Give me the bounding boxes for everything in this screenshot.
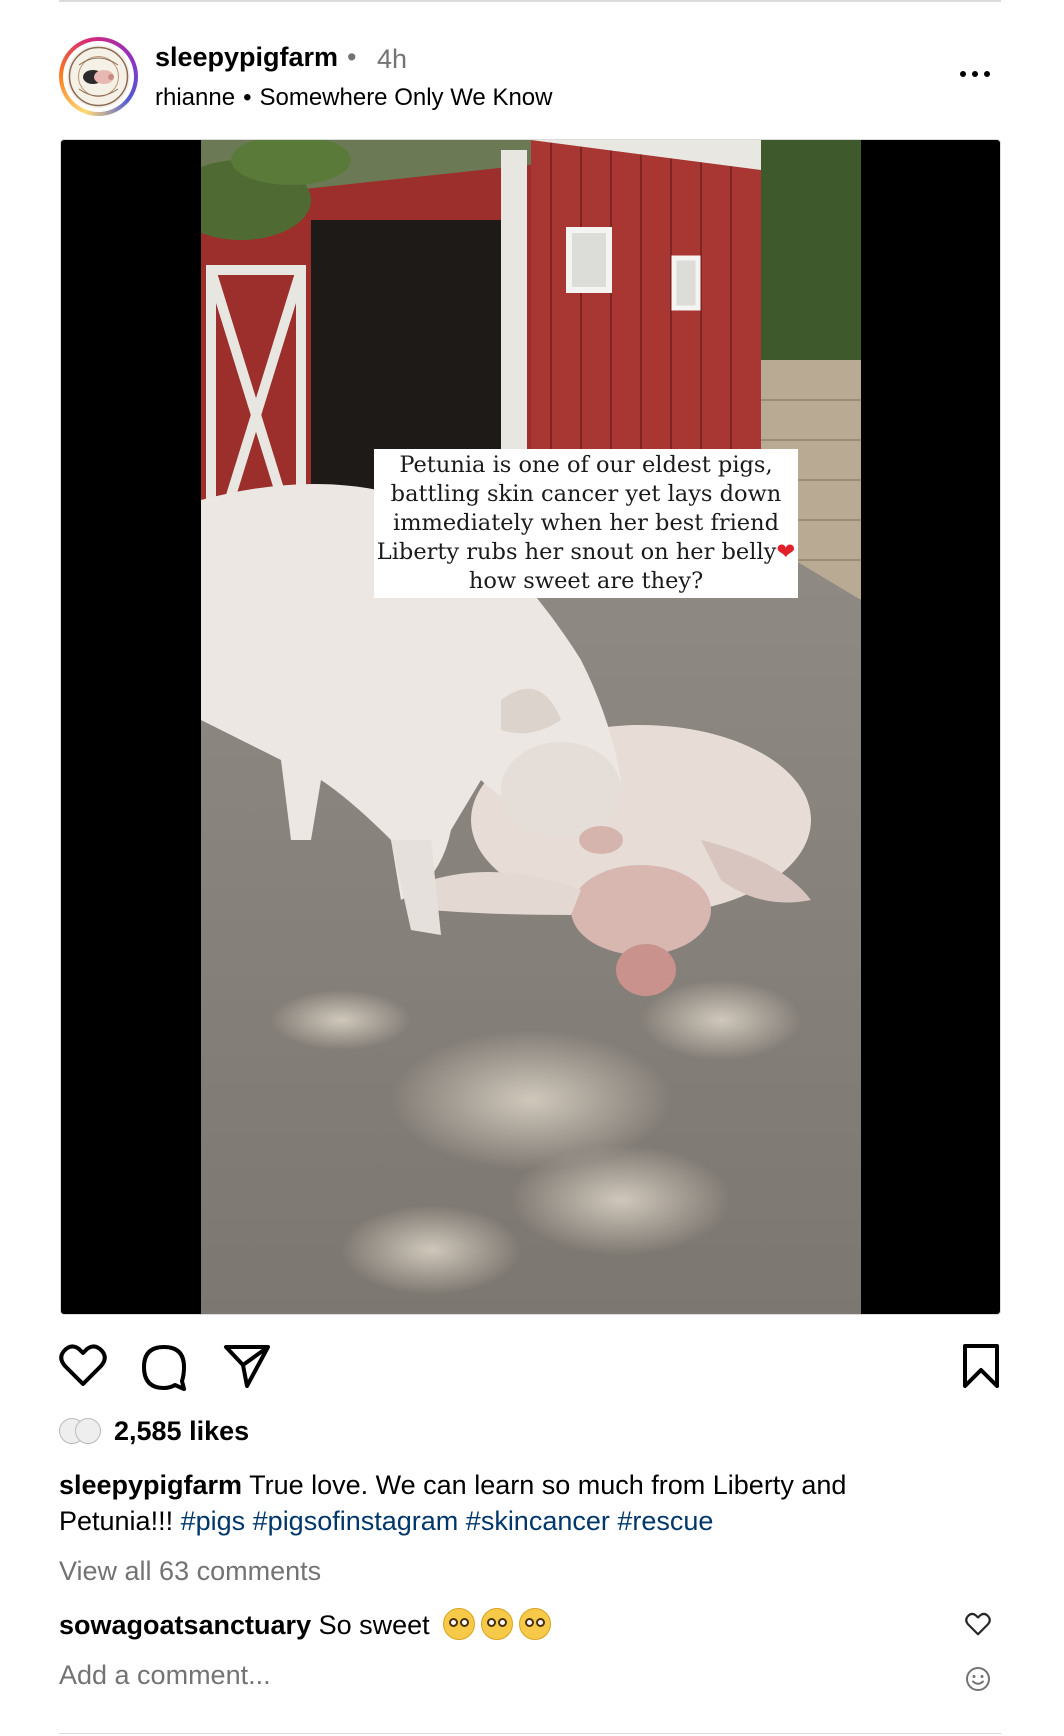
bottom-divider xyxy=(59,1733,1001,1734)
pleading-face-emoji xyxy=(443,1608,476,1640)
video-frame xyxy=(201,140,861,1314)
video-still-image xyxy=(201,140,861,1314)
overlay-line: Petunia is one of our eldest pigs, xyxy=(399,452,773,478)
save-button[interactable] xyxy=(961,1343,1001,1394)
comment-item: sowagoatsanctuary So sweet xyxy=(59,1608,552,1641)
comment-text: So sweet xyxy=(318,1610,430,1640)
small-heart-icon xyxy=(965,1612,991,1636)
like-button[interactable] xyxy=(59,1343,107,1392)
caption-username[interactable]: sleepypigfarm xyxy=(59,1470,242,1500)
likes-count[interactable]: 2,585 likes xyxy=(114,1416,249,1447)
audio-attribution[interactable]: rhianne • Somewhere Only We Know xyxy=(155,84,552,112)
more-options-icon xyxy=(960,71,966,77)
post-author-username[interactable]: sleepypigfarm xyxy=(155,42,338,73)
audio-artist[interactable]: rhianne xyxy=(155,84,235,111)
audio-separator: • xyxy=(243,84,252,111)
more-options-button[interactable] xyxy=(953,60,997,88)
bookmark-icon xyxy=(963,1344,999,1388)
hashtag-link[interactable]: #skincancer xyxy=(466,1506,610,1536)
profile-avatar xyxy=(67,45,130,108)
overlay-line: battling skin cancer yet lays down xyxy=(390,481,782,507)
overlay-line: immediately when her best friend xyxy=(393,510,779,536)
paper-plane-icon xyxy=(224,1345,270,1388)
comment-bubble-icon xyxy=(142,1345,186,1391)
overlay-line: how sweet are they? xyxy=(468,568,704,594)
heart-icon xyxy=(59,1344,107,1386)
comment-button[interactable] xyxy=(140,1343,188,1396)
sanctuary-logo-icon xyxy=(68,46,129,107)
comment-username[interactable]: sowagoatsanctuary xyxy=(59,1610,311,1640)
share-button[interactable] xyxy=(223,1343,271,1394)
video-text-overlay: Petunia is one of our eldest pigs, battl… xyxy=(374,449,798,598)
comment-like-button[interactable] xyxy=(965,1612,991,1641)
smiley-icon xyxy=(966,1667,990,1691)
story-ring-avatar[interactable] xyxy=(59,37,138,116)
liker-avatar xyxy=(75,1418,101,1444)
add-comment-input[interactable] xyxy=(59,1660,939,1691)
hashtag-link[interactable]: #pigsofinstagram xyxy=(253,1506,459,1536)
overlay-line: Liberty rubs her snout on her belly xyxy=(376,539,777,565)
view-all-comments-link[interactable]: View all 63 comments xyxy=(59,1556,321,1587)
time-separator: • xyxy=(347,42,357,72)
pleading-face-emoji xyxy=(519,1608,552,1640)
post-video[interactable]: Petunia is one of our eldest pigs, battl… xyxy=(60,139,1001,1315)
post-timestamp[interactable]: 4h xyxy=(377,44,407,75)
pleading-face-emoji xyxy=(481,1608,514,1640)
hashtag-link[interactable]: #rescue xyxy=(617,1506,713,1536)
hashtag-link[interactable]: #pigs xyxy=(181,1506,246,1536)
post-caption: sleepypigfarm True love. We can learn so… xyxy=(59,1467,959,1539)
overlay-line-with-heart: Liberty rubs her snout on her belly❤ xyxy=(374,538,798,567)
top-divider xyxy=(59,0,1001,2)
audio-track[interactable]: Somewhere Only We Know xyxy=(259,84,552,111)
liker-avatars[interactable] xyxy=(59,1418,103,1444)
emoji-picker-button[interactable] xyxy=(965,1666,991,1697)
red-heart-emoji: ❤ xyxy=(776,539,796,565)
